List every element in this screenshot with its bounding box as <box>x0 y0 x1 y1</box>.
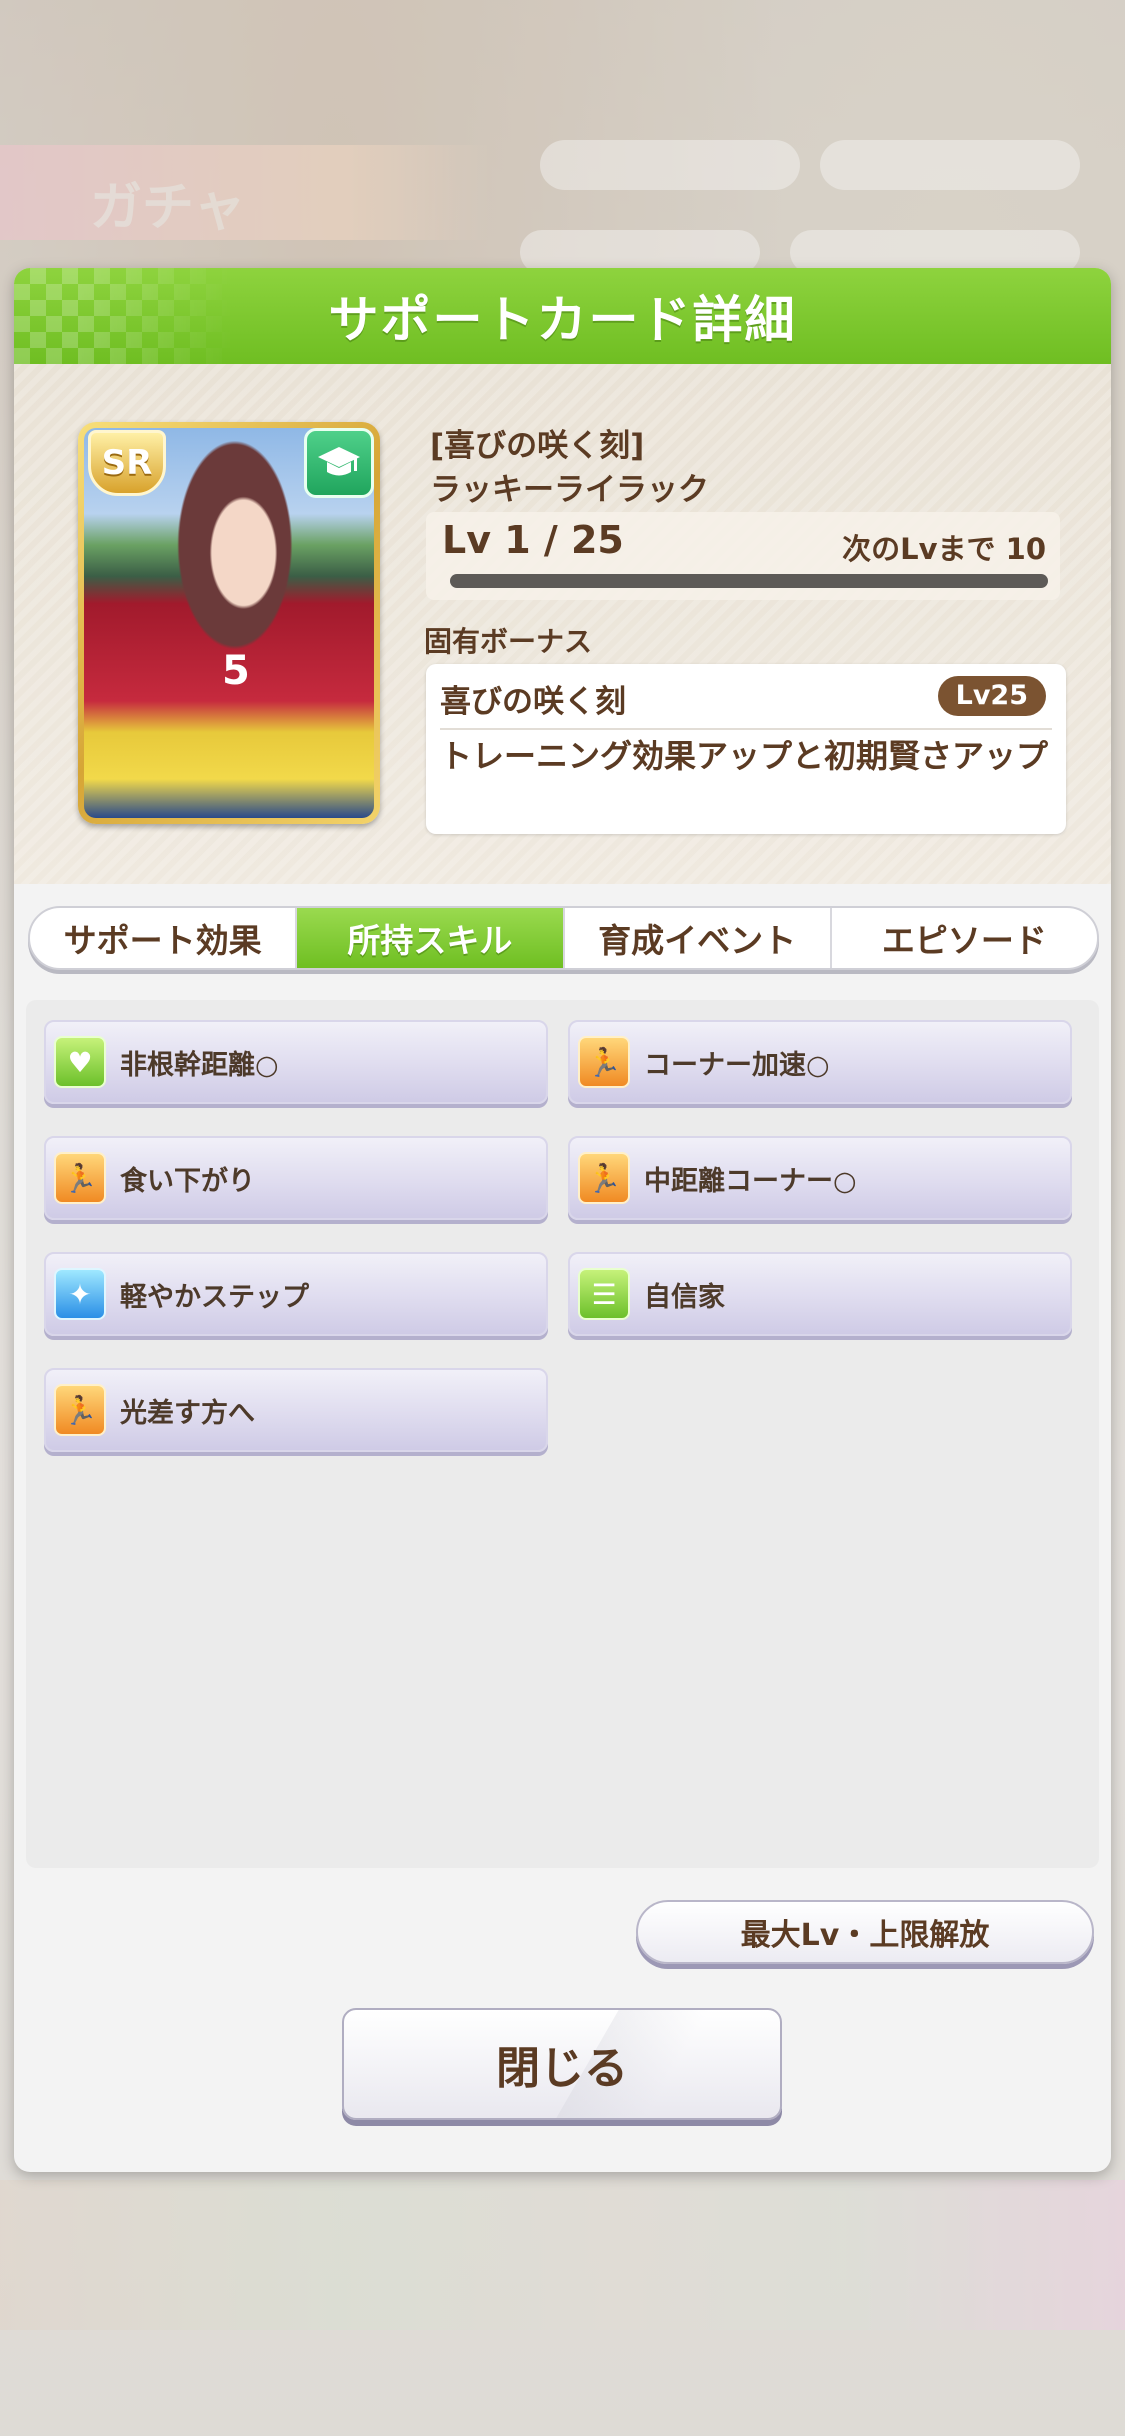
skill-item[interactable]: 🏃 中距離コーナー○ <box>568 1136 1072 1220</box>
next-level-text: 次のLvまで 10 <box>842 532 1046 566</box>
max-level-limit-break-button[interactable]: 最大Lv・上限解放 <box>636 1900 1094 1964</box>
runner-icon: 🏃 <box>54 1384 106 1436</box>
close-button[interactable]: 閉じる <box>342 2008 782 2120</box>
skill-label: 非根幹距離○ <box>120 1049 279 1081</box>
graduation-cap-icon <box>304 428 374 498</box>
bonus-level-badge: Lv25 <box>937 676 1046 716</box>
rarity-badge: SR <box>88 430 166 496</box>
dialog-title: サポートカード詳細 <box>328 291 797 349</box>
skill-label: コーナー加速○ <box>644 1049 830 1081</box>
skill-item[interactable]: ✦ 軽やかステップ <box>44 1252 548 1336</box>
support-card-image[interactable]: 5 SR <box>78 422 380 824</box>
skill-item[interactable]: ☰ 自信家 <box>568 1252 1072 1336</box>
level-text: Lv 1 / 25 <box>442 518 624 562</box>
unique-bonus-box: 喜びの咲く刻 Lv25 トレーニング効果アップと初期賢さアップ <box>426 664 1066 834</box>
skills-panel: ♥ 非根幹距離○ 🏃 コーナー加速○ 🏃 食い下がり 🏃 中距離コーナー○ ✦ … <box>26 1000 1099 1868</box>
bonus-name: 喜びの咲く刻 <box>440 684 626 720</box>
skill-label: 食い下がり <box>120 1165 255 1197</box>
jersey-number: 5 <box>222 648 250 694</box>
card-title: [喜びの咲く刻] <box>430 428 645 464</box>
heart-icon: ♥ <box>54 1036 106 1088</box>
skill-item[interactable]: 🏃 コーナー加速○ <box>568 1020 1072 1104</box>
bonus-description: トレーニング効果アップと初期賢さアップ <box>440 737 1049 775</box>
tab-owned-skills[interactable]: 所持スキル <box>297 908 565 968</box>
tab-episode[interactable]: エピソード <box>832 908 1097 968</box>
runner-icon: 🏃 <box>578 1152 630 1204</box>
support-card-detail-dialog: サポートカード詳細 5 SR [喜びの咲く刻] ラッキーライラック Lv 1 /… <box>14 268 1111 2172</box>
detail-tabs: サポート効果 所持スキル 育成イベント エピソード <box>28 906 1099 970</box>
level-progress-bar <box>450 574 1048 588</box>
divider <box>440 728 1052 730</box>
list-icon: ☰ <box>578 1268 630 1320</box>
dialog-header: サポートカード詳細 <box>14 268 1111 364</box>
level-panel: Lv 1 / 25 次のLvまで 10 <box>426 512 1060 600</box>
close-button-label: 閉じる <box>496 2043 628 2094</box>
card-info-section: 5 SR [喜びの咲く刻] ラッキーライラック Lv 1 / 25 次のLvまで… <box>14 364 1111 884</box>
card-character-name: ラッキーライラック <box>430 472 709 508</box>
unique-bonus-label: 固有ボーナス <box>424 625 593 658</box>
skill-label: 中距離コーナー○ <box>644 1165 857 1197</box>
skill-label: 軽やかステップ <box>120 1281 309 1313</box>
card-name-block: [喜びの咲く刻] ラッキーライラック <box>430 424 709 512</box>
tab-training-events[interactable]: 育成イベント <box>565 908 832 968</box>
runner-icon: 🏃 <box>578 1036 630 1088</box>
skill-item[interactable]: ♥ 非根幹距離○ <box>44 1020 548 1104</box>
sparkle-icon: ✦ <box>54 1268 106 1320</box>
skill-label: 光差す方へ <box>120 1397 255 1429</box>
skill-item[interactable]: 🏃 光差す方へ <box>44 1368 548 1452</box>
skill-label: 自信家 <box>644 1281 725 1313</box>
tab-support-effect[interactable]: サポート効果 <box>30 908 298 968</box>
runner-icon: 🏃 <box>54 1152 106 1204</box>
skill-item[interactable]: 🏃 食い下がり <box>44 1136 548 1220</box>
